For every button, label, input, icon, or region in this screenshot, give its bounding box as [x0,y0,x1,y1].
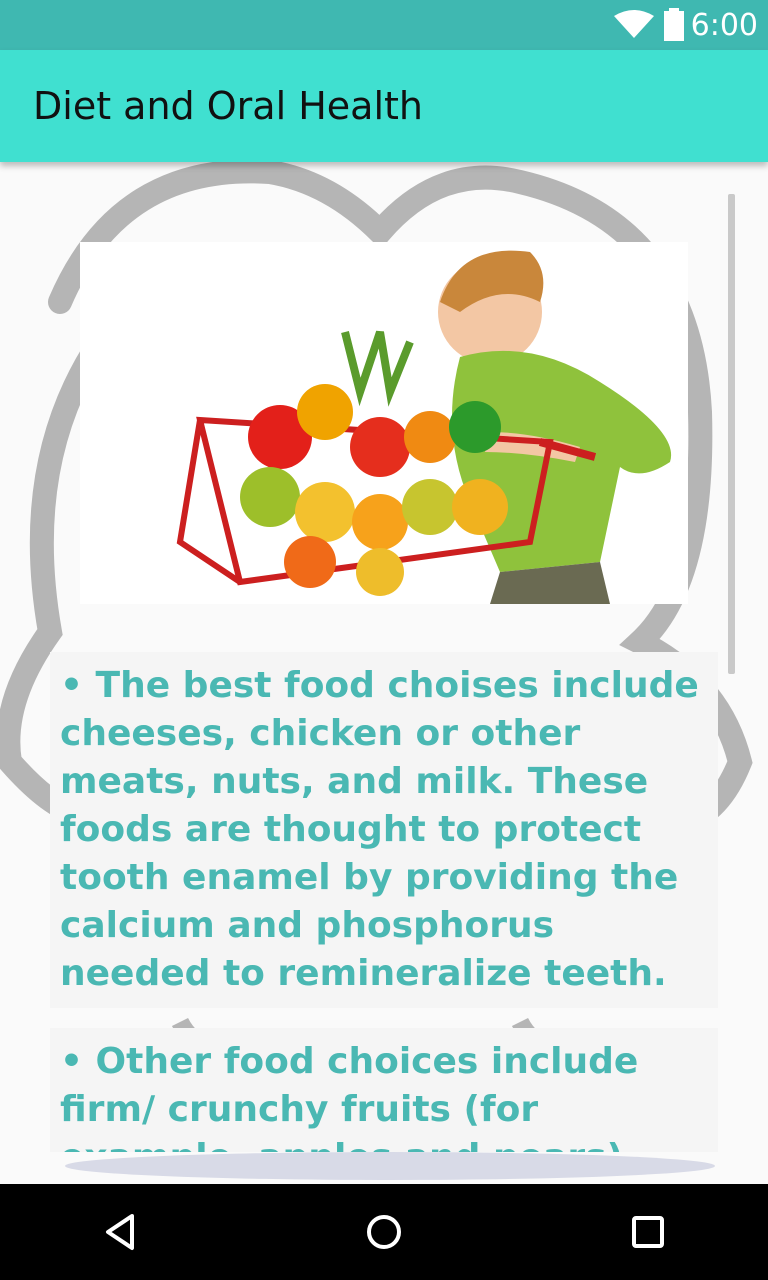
child-shopping-cart-icon [176,250,672,604]
wifi-battery-icons [614,8,684,41]
app-bar: Diet and Oral Health [0,50,768,162]
home-icon[interactable] [360,1208,408,1256]
content-scroll-area[interactable]: • The best food choises include cheeses,… [0,162,768,1184]
info-card: • The best food choises include cheeses,… [50,652,718,1008]
bottom-shadow [65,1152,715,1180]
recents-icon[interactable] [624,1208,672,1256]
scrollbar[interactable] [728,194,735,674]
info-card: • Other food choices include firm/ crunc… [50,1028,718,1152]
status-bar: 6:00 [0,0,768,50]
info-paragraph: • Other food choices include firm/ crunc… [60,1041,639,1152]
status-time: 6:00 [690,8,758,43]
info-paragraph: • The best food choises include cheeses,… [60,665,699,994]
page-title: Diet and Oral Health [33,84,423,128]
nav-bar [0,1184,768,1280]
hero-image [80,242,688,604]
battery-icon [664,11,684,41]
back-icon[interactable] [96,1208,144,1256]
status-icons [612,8,692,49]
wifi-icon [614,10,654,38]
